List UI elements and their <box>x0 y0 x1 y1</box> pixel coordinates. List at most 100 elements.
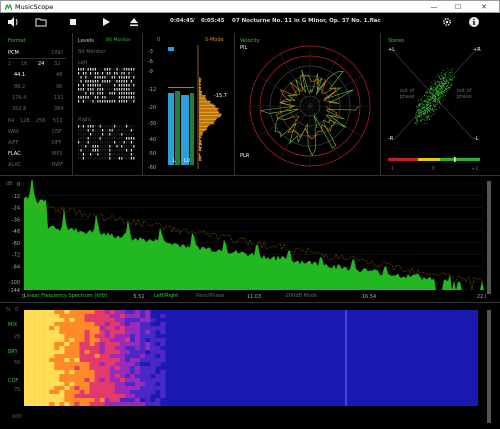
bit-cell <box>126 125 128 128</box>
current-time: 0:04:45 <box>170 18 194 24</box>
bit-cell <box>126 129 128 132</box>
spectrogram-cell <box>74 314 80 319</box>
bit-cell <box>111 145 113 148</box>
bit-cell <box>106 68 108 71</box>
spectrogram-cell <box>109 370 116 375</box>
bit-cell <box>78 76 80 79</box>
info-icon[interactable] <box>468 16 480 28</box>
bit-cell <box>109 141 111 144</box>
scope-point <box>428 110 429 111</box>
scope-point <box>416 117 418 119</box>
bit-cell <box>78 141 80 144</box>
spectrogram-cell <box>140 370 146 375</box>
bit-cell <box>78 88 80 91</box>
spectrum-mode-label[interactable]: Linear Frequency Spectrum (kHz) <box>24 293 108 299</box>
scope-point <box>425 112 426 113</box>
bit-cell <box>126 149 128 152</box>
bit-cell <box>114 137 116 140</box>
bit-cell <box>106 153 108 156</box>
left-right-label[interactable]: Left/Right <box>154 293 178 299</box>
spectrogram-cell <box>69 374 75 379</box>
spectrogram-cell <box>140 326 146 331</box>
bit-cell <box>80 100 82 103</box>
spectrum-x-tick: 16.54 <box>362 294 376 300</box>
spectrogram-cell <box>135 382 141 387</box>
spectrogram-cell <box>124 338 131 343</box>
scope-point <box>434 94 435 96</box>
spectrogram-cell <box>24 382 30 387</box>
spectrogram-cell <box>140 366 146 371</box>
spectrogram-cell <box>54 382 60 387</box>
bit-cell <box>78 92 80 95</box>
scope-point <box>441 85 442 87</box>
scope-point <box>419 110 420 112</box>
spectrogram-cell <box>160 322 166 327</box>
bit-cell <box>130 84 132 87</box>
folder-icon[interactable] <box>35 16 47 28</box>
histogram-bar <box>199 128 207 130</box>
spectrogram-cell <box>39 374 45 379</box>
scope-point <box>452 71 453 73</box>
scope-point <box>430 91 431 93</box>
bit-cell <box>85 76 87 79</box>
spectrogram-cell <box>99 330 105 335</box>
bit-monitor-mode[interactable]: Bit Monitor <box>106 38 131 43</box>
play-icon[interactable] <box>100 16 112 28</box>
scope-point <box>433 80 435 82</box>
scope-point <box>419 113 421 115</box>
spectrogram-cell <box>119 378 126 383</box>
bit-cell <box>118 157 120 160</box>
spectrogram-cell <box>74 338 80 343</box>
scope-point <box>437 85 439 87</box>
spectrogram-cell <box>74 382 80 387</box>
rate-176: 176.4 <box>12 95 27 101</box>
spectrum-y-tick: -48 <box>12 229 20 235</box>
spectrogram-cell <box>104 354 110 359</box>
spectrogram-scrollbar[interactable] <box>487 310 491 423</box>
bit-cell <box>133 76 135 79</box>
bit-cell <box>104 100 106 103</box>
scope-point <box>442 99 444 101</box>
minimize-button[interactable]: — <box>425 1 443 13</box>
pans-phase-label[interactable]: Pans/Phase <box>196 293 224 299</box>
spectrogram-cell <box>160 394 166 399</box>
spectrogram-cell <box>39 334 45 339</box>
volume-icon[interactable] <box>7 16 19 28</box>
bit-cell <box>82 76 84 79</box>
scope-point <box>432 108 434 109</box>
scope-point <box>417 111 419 113</box>
stop-icon[interactable] <box>67 16 79 28</box>
db-mode-label[interactable]: -200dB Mode <box>284 293 317 299</box>
bit-cell <box>90 76 92 79</box>
bit-cell <box>114 125 116 128</box>
bit-cell <box>104 145 106 148</box>
scope-point <box>429 110 430 112</box>
scope-point <box>442 94 444 96</box>
histogram-bar <box>199 113 222 115</box>
scope-point <box>440 72 442 73</box>
scope-point <box>422 95 424 97</box>
scope-point <box>434 100 436 101</box>
spectrogram-cell <box>135 330 141 335</box>
rate-48: 48 <box>56 72 63 78</box>
scope-point <box>431 88 433 90</box>
bit-cell <box>104 153 106 156</box>
scope-point <box>439 88 440 90</box>
spectrum-scrollbar[interactable] <box>487 181 491 294</box>
bit-cell <box>126 84 128 87</box>
scope-point <box>431 92 433 94</box>
bit-cell <box>109 145 111 148</box>
bit-cell <box>99 100 101 103</box>
eject-icon[interactable] <box>128 16 140 28</box>
scope-point <box>427 105 428 106</box>
spectrogram-cell <box>44 378 50 383</box>
bit-cell <box>99 137 101 140</box>
settings-gear-icon[interactable] <box>441 16 453 28</box>
spectrogram-cell <box>44 374 50 379</box>
close-button[interactable]: ✕ <box>475 1 493 13</box>
scope-point <box>425 100 426 102</box>
maximize-button[interactable]: ☐ <box>449 1 467 13</box>
bit-cell <box>97 129 99 132</box>
bit-cell <box>78 96 80 99</box>
spectrogram-cell <box>145 342 151 347</box>
